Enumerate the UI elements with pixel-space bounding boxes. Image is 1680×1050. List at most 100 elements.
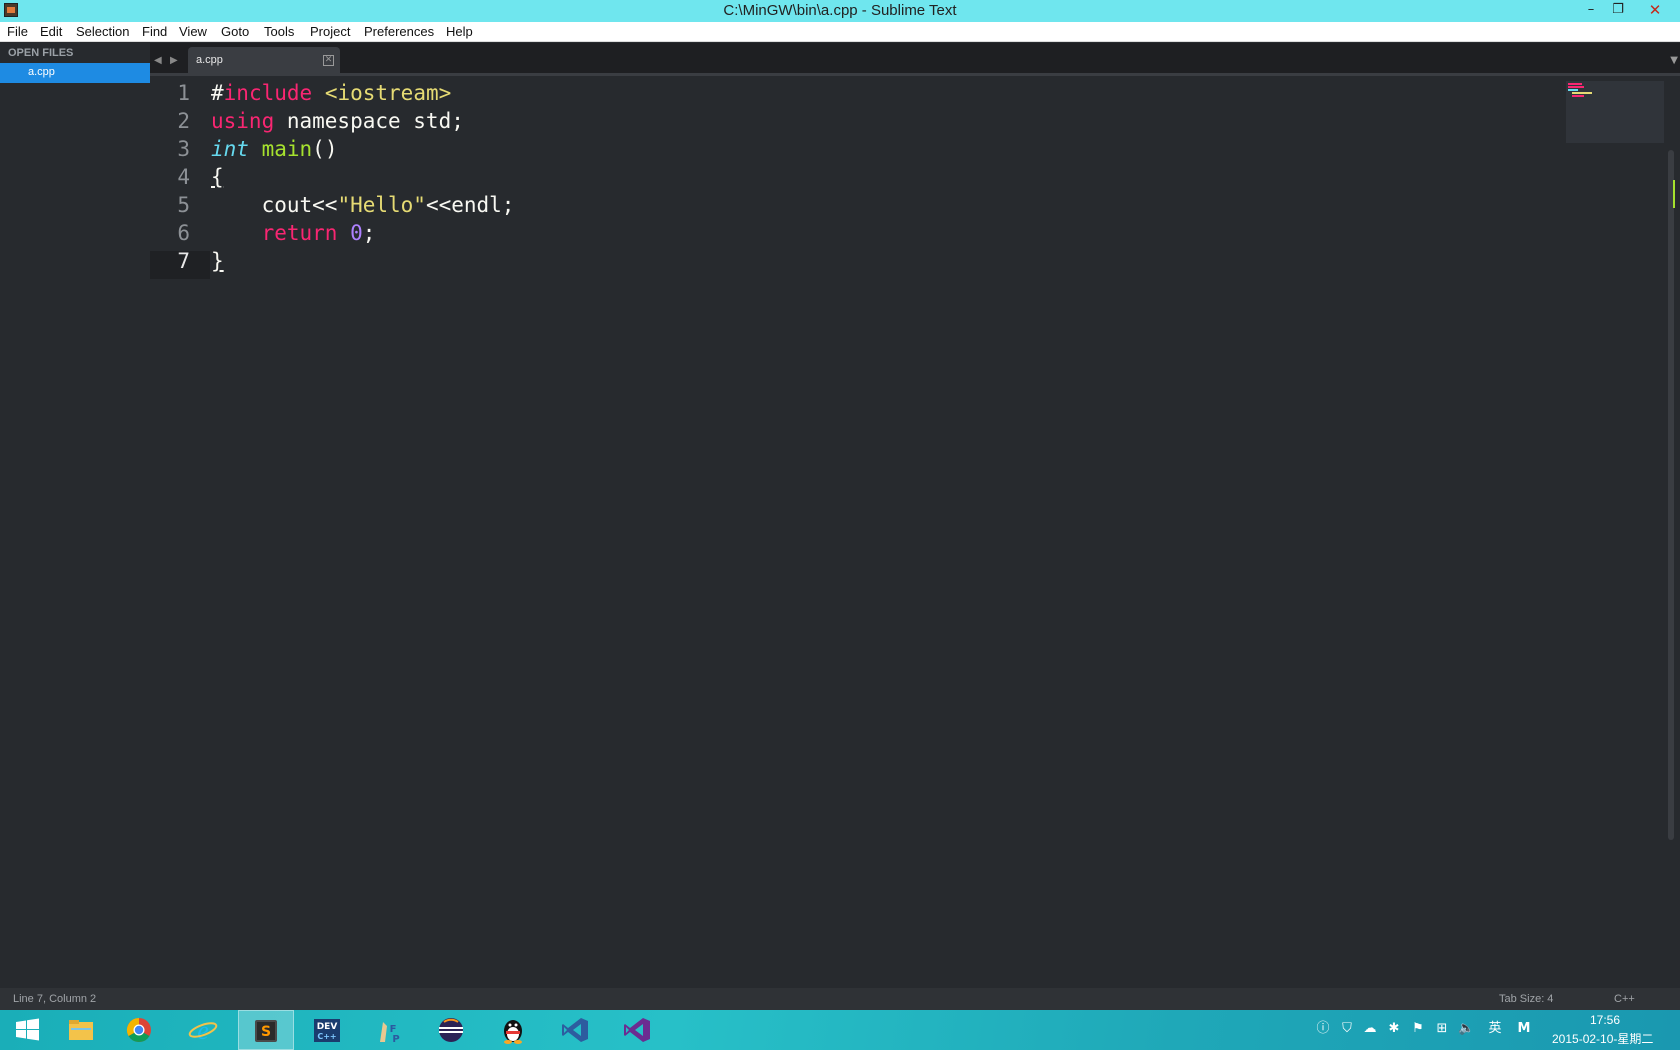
clock-time[interactable]: 17:56 [1590,1013,1620,1027]
taskbar-visual-studio-alt[interactable] [610,1010,666,1050]
code-token: namespace std; [274,109,464,133]
tab-list-dropdown-icon[interactable]: ▼ [1670,55,1678,66]
sidebar-file-item[interactable]: a.cpp [0,63,150,83]
minimap-line [1568,83,1582,85]
dev-cpp-icon: DEV C++ [314,1019,340,1042]
title-bar: C:\MinGW\bin\a.cpp - Sublime Text – ❐ ✕ [0,0,1680,22]
windows-taskbar: e S DEV C++ F P ⓘ ⛉ ☁ ✱ ⚑ ⊞ 🔈 英 M 17:56 … [0,1010,1680,1050]
tab-size-selector[interactable]: Tab Size: 4 [1499,993,1553,1005]
ime-language-indicator[interactable]: 英 [1487,1021,1503,1037]
vertical-scrollbar[interactable] [1668,150,1674,840]
folder-icon [69,1020,93,1040]
svg-text:P: P [392,1034,399,1044]
code-token-number: 0 [350,221,363,245]
menu-file[interactable]: File [7,24,28,39]
code-line-7: } [211,249,224,273]
svg-text:e: e [197,1016,209,1044]
line-number: 3 [177,137,190,161]
security-tray-icon[interactable]: ⛉ [1339,1021,1355,1037]
minimap-line [1568,89,1578,91]
scrollbar-position-marker [1673,180,1675,208]
cloud-tray-icon[interactable]: ☁ [1362,1021,1378,1037]
network-tray-icon[interactable]: ⊞ [1434,1021,1450,1037]
start-button[interactable] [0,1010,56,1050]
code-editor[interactable]: 1 2 3 4 5 6 7 #include <iostream> using … [150,76,1680,988]
code-token: ; [362,221,376,245]
tab-a-cpp[interactable]: a.cpp ✕ [188,47,340,75]
menu-project[interactable]: Project [310,24,350,39]
taskbar-visual-studio[interactable] [548,1010,604,1050]
minimap-line [1568,86,1584,88]
minimap-line [1572,95,1584,97]
tab-close-icon[interactable]: ✕ [323,55,334,66]
line-number: 2 [177,109,190,133]
tab-next-icon[interactable]: ▶ [170,55,178,66]
code-line-3: int main() [211,137,337,161]
taskbar-free-pascal[interactable]: F P [362,1010,418,1050]
menu-find[interactable]: Find [142,24,167,39]
window-title: C:\MinGW\bin\a.cpp - Sublime Text [723,2,957,19]
code-token: # [211,81,224,105]
menu-edit[interactable]: Edit [40,24,62,39]
tab-prev-icon[interactable]: ◀ [154,55,162,66]
tab-label: a.cpp [196,54,223,66]
menu-selection[interactable]: Selection [76,24,129,39]
menu-help[interactable]: Help [446,24,473,39]
minimap[interactable] [1566,81,1664,143]
code-token-type: int [211,137,249,161]
code-token-keyword: include [223,81,313,105]
menu-preferences[interactable]: Preferences [364,24,434,39]
line-number: 5 [177,193,190,217]
code-line-2: using namespace std; [211,109,464,133]
line-number: 1 [177,81,190,105]
taskbar-file-explorer[interactable] [54,1010,110,1050]
close-button[interactable]: ✕ [1640,0,1670,22]
code-token-function: main [261,137,313,161]
maximize-button[interactable]: ❐ [1603,0,1633,22]
line-number-current: 7 [177,249,190,273]
status-bar: Line 7, Column 2 Tab Size: 4 C++ [0,988,1680,1010]
flag-tray-icon[interactable]: ⚑ [1410,1021,1426,1037]
menu-tools[interactable]: Tools [264,24,294,39]
taskbar-eclipse[interactable] [424,1010,480,1050]
minimap-line [1572,92,1592,94]
code-token-keyword: using [211,109,275,133]
code-token-string: "Hello" [337,193,426,217]
minimize-button[interactable]: – [1576,0,1606,22]
sync-tray-icon[interactable]: ✱ [1386,1021,1402,1037]
code-token-brace: } [211,249,224,273]
code-line-4: { [211,165,224,189]
clock-date[interactable]: 2015-02-10-星期二 [1552,1030,1653,1047]
line-number: 4 [177,165,190,189]
volume-tray-icon[interactable]: 🔈 [1458,1021,1474,1037]
code-token-brace: { [211,165,224,189]
menu-view[interactable]: View [179,24,207,39]
taskbar-dev-cpp[interactable]: DEV C++ [300,1010,356,1050]
menu-bar: File Edit Selection Find View Goto Tools… [0,22,1680,42]
code-token-string: <iostream> [324,81,452,105]
free-pascal-icon: F P [380,1022,400,1044]
eclipse-icon [439,1018,463,1042]
internet-explorer-icon: e [188,1016,218,1044]
info-tray-icon[interactable]: ⓘ [1315,1021,1331,1037]
menu-goto[interactable]: Goto [221,24,249,39]
taskbar-sublime-text[interactable]: S [238,1010,294,1050]
code-line-5: cout<<"Hello"<<endl; [211,193,515,217]
ime-mode-indicator[interactable]: M [1516,1021,1532,1037]
taskbar-chrome[interactable] [112,1010,168,1050]
code-token-keyword: return [261,221,338,245]
visual-studio-purple-icon [624,1018,650,1042]
syntax-selector[interactable]: C++ [1614,993,1635,1005]
cursor-position: Line 7, Column 2 [13,993,97,1005]
chrome-icon [126,1018,151,1043]
taskbar-qq[interactable] [486,1010,542,1050]
windows-logo-icon [16,1018,39,1041]
code-token: cout<< [261,193,338,217]
taskbar-internet-explorer[interactable]: e [176,1010,232,1050]
code-line-6: return 0; [211,221,376,245]
code-token: <<endl; [425,193,515,217]
